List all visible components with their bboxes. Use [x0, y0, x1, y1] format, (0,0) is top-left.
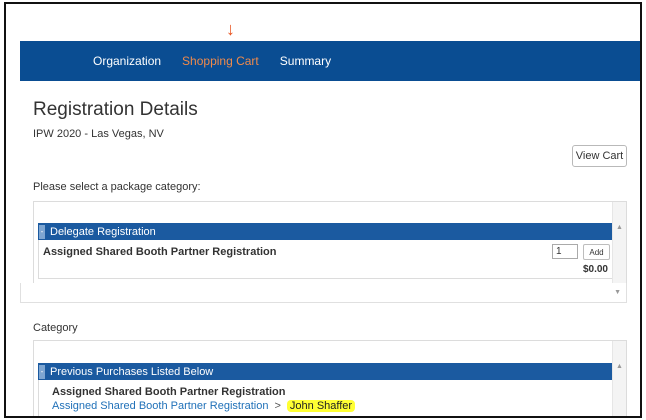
category-header-label: Delegate Registration — [50, 225, 156, 238]
previous-purchases-panel: - Previous Purchases Listed Below Assign… — [33, 340, 627, 416]
nav-summary[interactable]: Summary — [280, 54, 331, 68]
previous-purchase-item-name: Assigned Shared Booth Partner Registrati… — [52, 386, 286, 398]
nav-organization[interactable]: Organization — [93, 54, 161, 68]
screenshot-frame: ↓ Organization Shopping Cart Summary Reg… — [4, 2, 642, 418]
category-header-previous-purchases[interactable]: - Previous Purchases Listed Below — [38, 363, 613, 380]
breadcrumb-separator: > — [274, 400, 281, 412]
panel-scrollbar[interactable]: ▲ — [612, 341, 626, 416]
nav-shopping-cart[interactable]: Shopping Cart — [182, 54, 259, 68]
page-title: Registration Details — [33, 99, 198, 120]
scroll-up-arrow-icon[interactable]: ▲ — [616, 363, 623, 370]
scroll-up-arrow-icon[interactable]: ▲ — [616, 224, 623, 231]
minus-icon[interactable]: - — [39, 364, 45, 379]
add-button[interactable]: Add — [583, 244, 610, 260]
top-navbar: Organization Shopping Cart Summary — [20, 41, 640, 81]
package-item-row: Assigned Shared Booth Partner Registrati… — [38, 240, 613, 279]
category-section-label: Category — [33, 322, 78, 334]
package-price: $0.00 — [582, 264, 608, 275]
scroll-down-arrow-icon[interactable]: ▼ — [614, 289, 621, 296]
breadcrumb-item-link[interactable]: Assigned Shared Booth Partner Registrati… — [52, 400, 268, 412]
panel-bottom-strip: ▼ — [20, 283, 627, 303]
quantity-input[interactable] — [552, 244, 578, 259]
view-cart-button[interactable]: View Cart — [572, 145, 627, 167]
category-header-label: Previous Purchases Listed Below — [50, 365, 214, 378]
annotation-arrow-icon: ↓ — [226, 19, 235, 39]
package-category-panel: - Delegate Registration Assigned Shared … — [33, 201, 627, 284]
package-item-name: Assigned Shared Booth Partner Registrati… — [43, 246, 277, 258]
minus-icon[interactable]: - — [39, 224, 45, 239]
panel-scrollbar[interactable]: ▲ — [612, 202, 626, 283]
purchase-breadcrumb: Assigned Shared Booth Partner Registrati… — [52, 400, 356, 412]
category-header-delegate[interactable]: - Delegate Registration — [38, 223, 613, 240]
highlighted-person-name[interactable]: John Shaffer — [286, 400, 356, 412]
package-category-prompt: Please select a package category: — [33, 181, 201, 193]
previous-purchase-row: Assigned Shared Booth Partner Registrati… — [38, 380, 613, 416]
event-subtitle: IPW 2020 - Las Vegas, NV — [33, 128, 164, 140]
